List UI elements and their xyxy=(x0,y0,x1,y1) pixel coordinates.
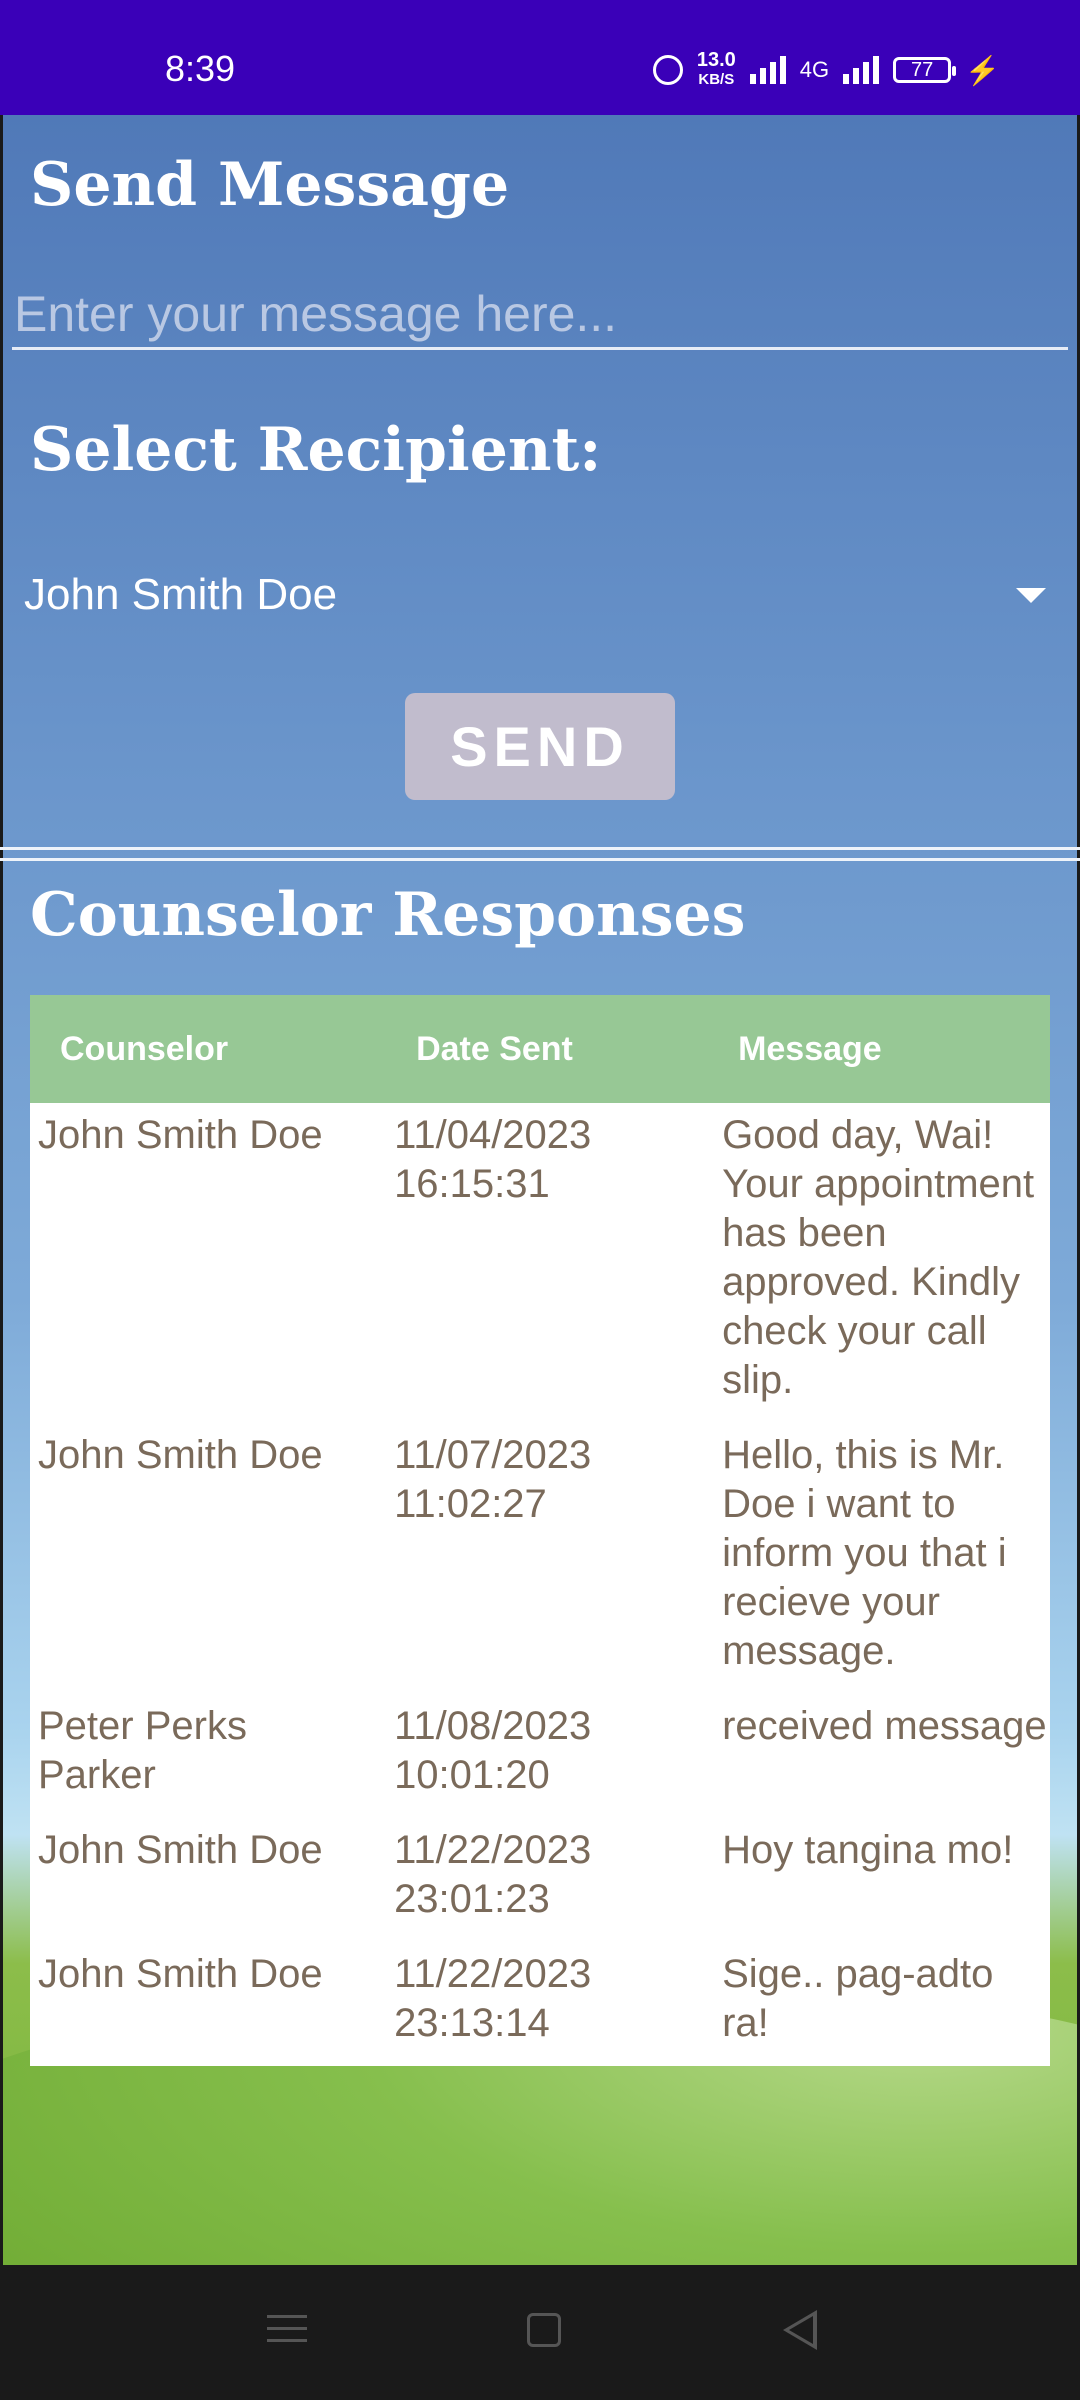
alarm-icon xyxy=(652,55,683,85)
responses-table: Counselor Date Sent Message John Smith D… xyxy=(30,995,1050,2066)
counselor-responses-title: Counselor Responses xyxy=(30,880,746,950)
net-speed: 13.0 KB/S xyxy=(697,50,736,90)
cell-message: Good day, Wai! Your appointment has been… xyxy=(722,1113,1035,1402)
cell-message: Sige.. pag-adto ra! xyxy=(722,1952,994,2045)
app-content: Send Message Select Recipient: John Smit… xyxy=(0,115,1080,2265)
table-header: Counselor Date Sent Message xyxy=(30,995,1050,1103)
cell-date: 11/22/2023 23:01:23 xyxy=(394,1828,592,1921)
cell-counselor: John Smith Doe xyxy=(38,1433,323,1477)
cell-message: Hello, this is Mr. Doe i want to inform … xyxy=(722,1433,1007,1673)
edge-left xyxy=(0,115,3,2265)
cell-message: Hoy tangina mo! xyxy=(722,1828,1014,1872)
table-row: John Smith Doe 11/22/2023 23:01:23 Hoy t… xyxy=(30,1818,1050,1942)
cell-date: 11/07/2023 11:02:27 xyxy=(394,1433,592,1526)
charging-icon: ⚡ xyxy=(965,54,1000,86)
signal-icon xyxy=(843,56,880,84)
table-row: Peter Perks Parker 11/08/2023 10:01:20 r… xyxy=(30,1694,1050,1818)
cell-date: 11/04/2023 16:15:31 xyxy=(394,1113,592,1206)
selected-recipient: John Smith Doe xyxy=(24,570,338,619)
system-nav-bar xyxy=(0,2265,1080,2400)
status-time: 8:39 xyxy=(165,48,236,89)
cell-counselor: John Smith Doe xyxy=(38,1952,323,1996)
send-button[interactable]: SEND xyxy=(405,693,675,800)
select-recipient-label: Select Recipient: xyxy=(30,415,602,485)
net-speed-value: 13.0 xyxy=(696,49,736,71)
cell-message: received message xyxy=(722,1704,1047,1748)
status-icons: 13.0 KB/S 4G 77 ⚡ xyxy=(652,50,1000,90)
battery-icon: 77 xyxy=(893,57,957,83)
net-speed-unit: KB/S xyxy=(698,71,735,88)
cell-counselor: John Smith Doe xyxy=(38,1113,323,1157)
cell-counselor: Peter Perks Parker xyxy=(38,1704,247,1797)
dropdown-caret-icon xyxy=(1016,587,1046,603)
signal-icon xyxy=(749,56,786,84)
menu-nav-icon[interactable] xyxy=(267,2315,307,2351)
message-input[interactable] xyxy=(12,280,1068,350)
section-divider xyxy=(0,847,1080,861)
cell-date: 11/08/2023 10:01:20 xyxy=(394,1704,592,1797)
table-row: John Smith Doe 11/04/2023 16:15:31 Good … xyxy=(30,1103,1050,1423)
column-header-counselor: Counselor xyxy=(60,1029,229,1068)
network-type: 4G xyxy=(799,57,830,82)
home-nav-icon[interactable] xyxy=(527,2313,561,2347)
back-nav-icon[interactable] xyxy=(783,2310,817,2350)
cell-counselor: John Smith Doe xyxy=(38,1828,323,1872)
column-header-message: Message xyxy=(738,1029,882,1068)
status-bar: 8:39 13.0 KB/S 4G 77 ⚡ xyxy=(0,0,1080,115)
send-message-title: Send Message xyxy=(30,150,510,220)
cell-date: 11/22/2023 23:13:14 xyxy=(394,1952,592,2045)
column-header-date: Date Sent xyxy=(416,1029,573,1068)
table-row: John Smith Doe 11/07/2023 11:02:27 Hello… xyxy=(30,1423,1050,1694)
recipient-dropdown[interactable]: John Smith Doe xyxy=(24,545,1054,645)
battery-level: 77 xyxy=(911,58,934,81)
table-row: John Smith Doe 11/22/2023 23:13:14 Sige.… xyxy=(30,1942,1050,2066)
